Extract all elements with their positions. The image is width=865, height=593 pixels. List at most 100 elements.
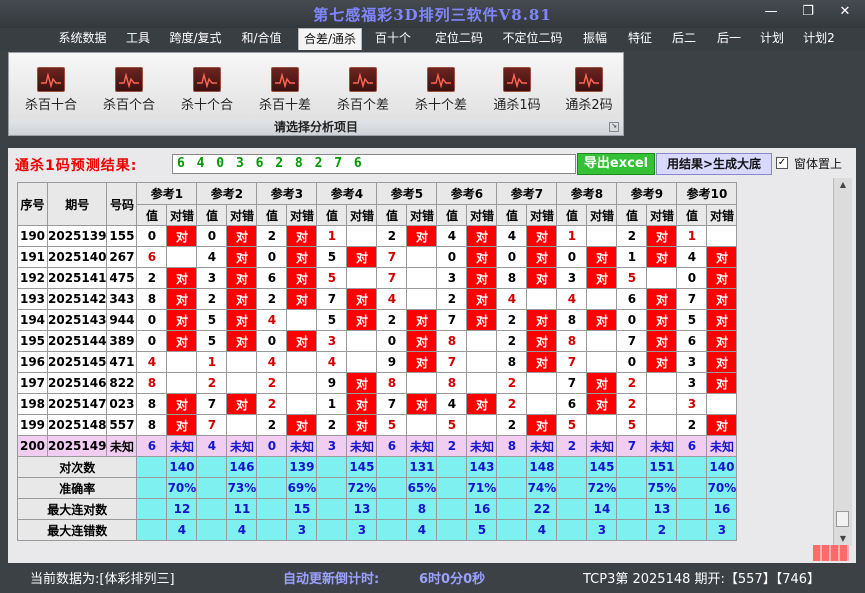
- cell-result: 未知: [166, 435, 198, 457]
- stats-spacer: [256, 519, 288, 541]
- table-row[interactable]: 199 2025148 557 8 对 7 2 对 2 对 5 5 2 对 5 5 2 对: [17, 414, 738, 436]
- menu-item-9[interactable]: 振幅: [577, 28, 613, 50]
- cell-result: 对: [526, 414, 558, 436]
- minimize-icon[interactable]: —: [760, 5, 782, 19]
- header-cmp: 对错: [526, 204, 558, 226]
- ribbon-button-5[interactable]: 杀百个差: [327, 67, 399, 113]
- dialog-launcher-icon[interactable]: ↘: [609, 122, 619, 132]
- header-val: 值: [136, 204, 168, 226]
- generate-base-button[interactable]: 用结果>生成大底: [656, 153, 772, 175]
- cell-result: 未知: [346, 435, 378, 457]
- header-ref-8: 参考8: [556, 182, 618, 205]
- vertical-scrollbar[interactable]: ▲ ▼: [833, 178, 852, 546]
- menu-item-2[interactable]: 工具: [121, 28, 155, 50]
- cell-result: 未知: [646, 435, 678, 457]
- stats-value: 65%: [406, 477, 438, 499]
- cell-value: 0: [256, 246, 288, 268]
- table-row[interactable]: 192 2025141 475 2 对 3 对 6 对 5 7 3 对 8 对 3 对 5 0 对: [17, 267, 738, 289]
- cell-value: 6: [136, 435, 168, 457]
- ribbon-button-label: 杀十个合: [180, 98, 233, 113]
- table-row[interactable]: 190 2025139 155 0 对 0 对 2 对 1 2 对 4 对 4 对 1 2 对 1: [17, 225, 738, 247]
- cell-result: [346, 225, 378, 247]
- cell-result: [286, 372, 318, 394]
- ribbon-button-6[interactable]: 杀十个差: [405, 67, 477, 113]
- ribbon-button-4[interactable]: 杀百十差: [249, 67, 321, 113]
- table-row[interactable]: 193 2025142 343 8 对 2 对 2 对 7 对 4 2 对 4 4 6 对 7 对: [17, 288, 738, 310]
- stats-spacer: [556, 498, 588, 520]
- cell-value: 5: [616, 267, 648, 289]
- cell-result: 对: [466, 267, 498, 289]
- menu-item-7[interactable]: 定位二码: [430, 28, 488, 50]
- ribbon-button-7[interactable]: 通杀1码: [481, 67, 553, 113]
- cell-value: 5: [316, 267, 348, 289]
- cell-result: 对: [166, 330, 198, 352]
- row-seq: 197: [17, 372, 48, 394]
- row-number: 471: [106, 351, 138, 373]
- cell-value: 2: [256, 372, 288, 394]
- export-excel-button[interactable]: 导出excel: [577, 153, 655, 175]
- table-row[interactable]: 191 2025140 267 6 4 对 0 对 5 对 7 0 对 0 对 0 对 1 对 4 对: [17, 246, 738, 268]
- ribbon-button-2[interactable]: 杀百个合: [93, 67, 165, 113]
- menu-item-5[interactable]: 合差/通杀: [298, 28, 362, 50]
- table-row-next[interactable]: 200 2025149 未知 6 未知 4 未知 0 未知 3 未知 6 未知 2 未知 8 未知 2 未知 7 未知 6…: [17, 435, 738, 457]
- cell-value: 8: [496, 267, 528, 289]
- menu-item-8[interactable]: 不定位二码: [496, 28, 569, 50]
- menu-item-1[interactable]: 系统数据: [54, 28, 111, 50]
- cell-result: 对: [586, 372, 618, 394]
- cell-result: [586, 414, 618, 436]
- header-ref-2: 参考2: [196, 182, 258, 205]
- on-top-checkbox[interactable]: ✓: [776, 157, 788, 169]
- cell-value: 0: [136, 225, 168, 247]
- scroll-down-icon[interactable]: ▼: [834, 532, 852, 546]
- ribbon-button-label: 通杀1码: [493, 98, 541, 113]
- header-ref-6: 参考6: [436, 182, 498, 205]
- cell-value: 7: [376, 246, 408, 268]
- cell-value: 7: [196, 414, 228, 436]
- menu-item-12[interactable]: 后一: [710, 28, 748, 50]
- cell-value: 7: [376, 393, 408, 415]
- header-cmp: 对错: [646, 204, 678, 226]
- restore-icon[interactable]: ❐: [797, 5, 819, 19]
- menu-item-11[interactable]: 后二: [666, 28, 702, 50]
- prediction-label: 通杀1码预测结果:: [15, 158, 138, 174]
- cell-value: 2: [616, 372, 648, 394]
- row-seq: 194: [17, 309, 48, 331]
- countdown-value: 6时0分0秒: [419, 572, 486, 587]
- cell-value: 7: [616, 330, 648, 352]
- ribbon-button-1[interactable]: 杀百十合: [15, 67, 87, 113]
- cell-value: 4: [316, 351, 348, 373]
- stats-value: 71%: [466, 477, 498, 499]
- menu-item-6[interactable]: 百十个: [372, 28, 414, 50]
- menu-item-4[interactable]: 和/合值: [237, 28, 286, 50]
- stats-value: 69%: [286, 477, 318, 499]
- ribbon-button-8[interactable]: 通杀2码: [553, 67, 625, 113]
- scroll-up-icon[interactable]: ▲: [834, 178, 852, 192]
- cell-value: 5: [436, 414, 468, 436]
- cell-result: 未知: [406, 435, 438, 457]
- table-row[interactable]: 196 2025145 471 4 1 4 4 9 对 7 8 对 7 0 对 3 对: [17, 351, 738, 373]
- close-icon[interactable]: ✕: [834, 5, 856, 19]
- stats-value: 13: [346, 498, 378, 520]
- cell-result: [526, 393, 558, 415]
- cell-value: 4: [436, 225, 468, 247]
- cell-value: 0: [556, 246, 588, 268]
- prediction-output[interactable]: 6 4 0 3 6 2 8 2 7 6: [172, 154, 576, 174]
- menu-item-3[interactable]: 跨度/复式: [164, 28, 227, 50]
- header-ref-10: 参考10: [676, 182, 738, 205]
- table-row[interactable]: 197 2025146 822 8 2 2 9 对 8 8 2 7 对 2 3 对: [17, 372, 738, 394]
- stats-spacer: [316, 519, 348, 541]
- stats-spacer: [256, 456, 288, 478]
- cell-result: 对: [706, 330, 738, 352]
- table-row[interactable]: 198 2025147 023 8 对 7 对 2 1 对 7 对 4 对 2 6 对 2 3: [17, 393, 738, 415]
- cell-result: 对: [466, 288, 498, 310]
- ribbon-button-3[interactable]: 杀十个合: [171, 67, 243, 113]
- menu-item-13[interactable]: 计划: [756, 28, 788, 50]
- table-row[interactable]: 194 2025143 944 0 对 5 对 4 5 对 2 对 7 对 2 对 8 对 0 对 5 对: [17, 309, 738, 331]
- table-row[interactable]: 195 2025144 389 0 对 5 对 0 对 3 0 对 8 2 对 8 7 对 6 对: [17, 330, 738, 352]
- cell-result: [466, 414, 498, 436]
- stats-spacer: [436, 477, 468, 499]
- scrollbar-thumb[interactable]: [836, 511, 849, 527]
- menu-item-14[interactable]: 计划2: [797, 28, 841, 50]
- menu-item-10[interactable]: 特征: [622, 28, 658, 50]
- header-seq: 序号: [17, 182, 48, 226]
